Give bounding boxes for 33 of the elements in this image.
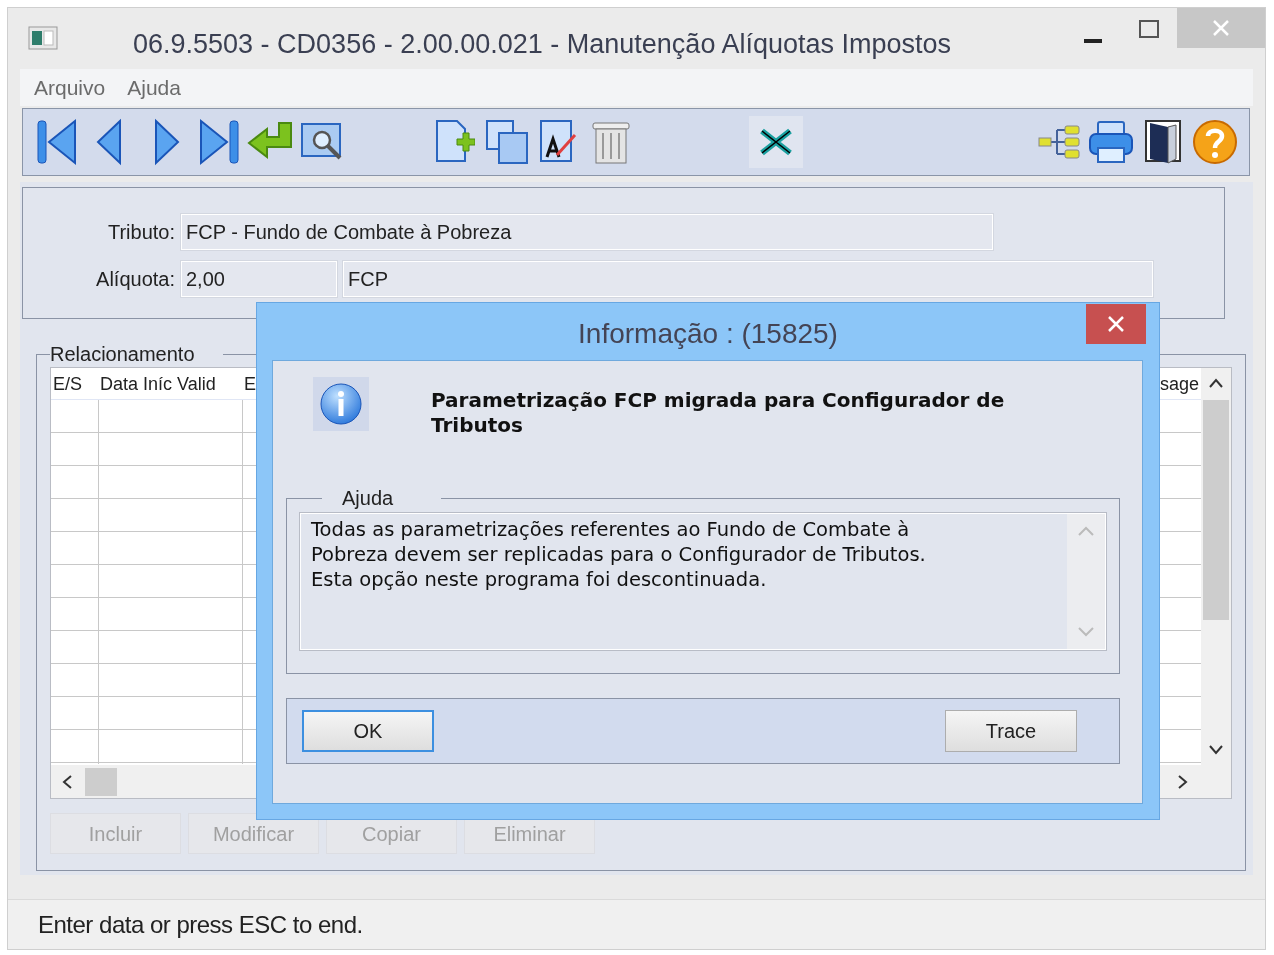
tax-field[interactable]: FCP - Fundo de Combate à Pobreza xyxy=(181,213,993,250)
menu-item[interactable]: Ajuda xyxy=(119,71,189,104)
column-header[interactable]: E/S xyxy=(51,368,98,399)
group-title: Ajuda xyxy=(341,487,395,509)
close-icon xyxy=(1107,315,1125,333)
status-bar: Enter data or press ESC to end. xyxy=(8,899,1265,949)
info-icon xyxy=(313,377,369,431)
column-header[interactable]: sage xyxy=(1157,368,1199,399)
close-button[interactable] xyxy=(1086,304,1146,344)
field-label: Tributo: xyxy=(106,219,176,245)
maximize-icon xyxy=(1139,20,1159,38)
scroll-left-icon[interactable] xyxy=(62,774,72,789)
column-header[interactable]: E xyxy=(242,368,258,399)
scrollbar-thumb[interactable] xyxy=(85,767,117,796)
dialog-title: Informação : (15825) xyxy=(578,316,838,351)
minimize-icon xyxy=(1084,39,1102,43)
menu-item[interactable]: Arquivo xyxy=(26,71,114,104)
dialog-button[interactable]: Trace xyxy=(945,710,1077,752)
dialog-button[interactable]: OK xyxy=(302,710,434,752)
group-title: Relacionamento xyxy=(50,343,196,365)
dialog-message: Parametrização FCP migrada para Configurador de Tributos xyxy=(431,388,1006,438)
spreadsheet-icon[interactable] xyxy=(749,116,803,168)
app-icon xyxy=(28,26,58,50)
close-icon xyxy=(1212,19,1230,37)
scroll-down-icon[interactable] xyxy=(1209,745,1223,755)
scroll-right-icon[interactable] xyxy=(1178,774,1188,789)
column-header[interactable]: Data Iníc Valid xyxy=(98,368,242,399)
rate-field[interactable]: 2,00 xyxy=(181,260,337,297)
window-title: 06.9.5503 - CD0356 - 2.00.00.021 - Manutenção Alíquotas Impostos xyxy=(133,28,952,61)
description-field[interactable]: FCP xyxy=(343,260,1153,297)
scroll-up-icon[interactable] xyxy=(1209,378,1223,388)
field-label: Alíquota: xyxy=(95,266,176,292)
scrollbar-thumb[interactable] xyxy=(1203,400,1229,620)
